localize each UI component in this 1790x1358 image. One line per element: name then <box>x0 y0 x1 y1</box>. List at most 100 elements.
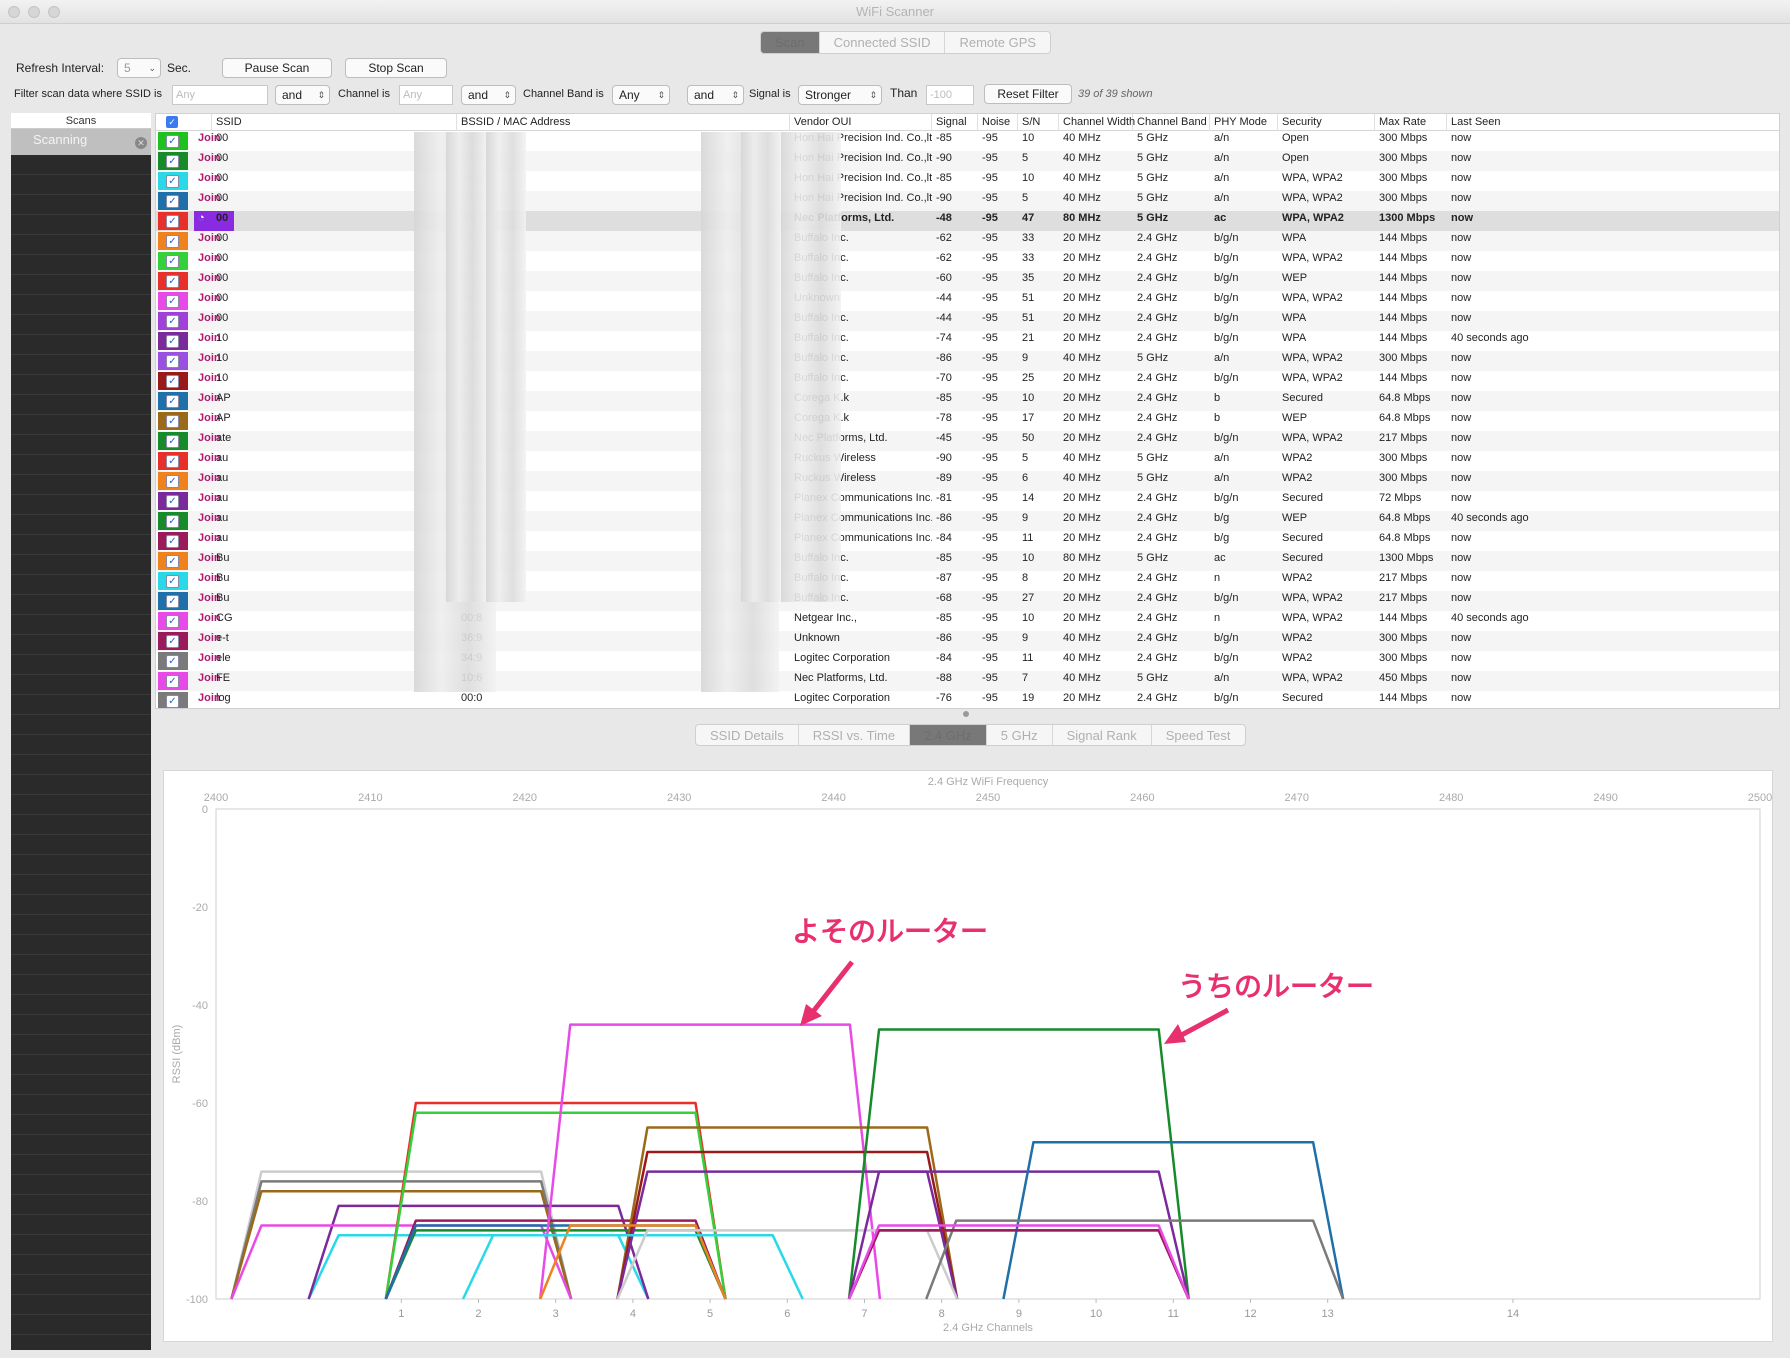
row-checkbox[interactable]: ✓ <box>166 155 179 168</box>
table-row[interactable]: ✓Join0084:4lHon Hai Precision Ind. Co.,l… <box>156 151 1779 171</box>
row-checkbox[interactable]: ✓ <box>166 395 179 408</box>
table-row[interactable]: ✓JoinauC4:1Ruckus Wireless-90-95540 MHz5… <box>156 451 1779 471</box>
table-row[interactable]: ✓JoinAP00:0Corega K.k-85-951020 MHz2.4 G… <box>156 391 1779 411</box>
cell-sn: 14 <box>1022 492 1035 504</box>
row-checkbox[interactable]: ✓ <box>166 575 179 588</box>
row-checkbox[interactable]: ✓ <box>166 275 179 288</box>
table-row[interactable]: ✓JoinAP00:0Corega K.k-78-951720 MHz2.4 G… <box>156 411 1779 431</box>
table-row[interactable]: ✓JoinCG00:8Netgear Inc.,-85-951020 MHz2.… <box>156 611 1779 631</box>
tab-rssi-vs-time[interactable]: RSSI vs. Time <box>799 725 911 745</box>
table-row[interactable]: ✓Join0000:2Buffalo Inc.-44-955120 MHz2.4… <box>156 311 1779 331</box>
than-input[interactable]: -100 <box>926 85 974 105</box>
channel-band-column-header[interactable]: Channel Band <box>1133 114 1210 131</box>
table-row[interactable]: ✓JoinauE0:9Planex Communications Inc.-81… <box>156 491 1779 511</box>
table-row[interactable]: ✓Join0000:2Buffalo Inc.-62-953320 MHz2.4… <box>156 231 1779 251</box>
row-checkbox[interactable]: ✓ <box>166 555 179 568</box>
table-row[interactable]: ✓Join1010:6Buffalo Inc.-74-952120 MHz2.4… <box>156 331 1779 351</box>
table-row[interactable]: ✓Join0084:4lHon Hai Precision Ind. Co.,l… <box>156 191 1779 211</box>
row-checkbox[interactable]: ✓ <box>166 415 179 428</box>
table-row[interactable]: ✓ Join log 00:0 Logitec Corporation -76 -95 19 2… <box>156 691 1779 708</box>
table-row[interactable]: ✓Join0000:2Buffalo Inc.-60-953520 MHz2.4… <box>156 271 1779 291</box>
table-row[interactable]: ✓JoinFE10:6Nec Platforms, Ltd.-88-95740 … <box>156 671 1779 691</box>
row-checkbox[interactable]: ✓ <box>166 635 179 648</box>
vendor-column-header[interactable]: Vendor OUI <box>790 114 932 131</box>
tab-scan[interactable]: Scan <box>761 32 820 53</box>
and-select-2[interactable]: and ⇕ <box>461 85 516 105</box>
row-checkbox[interactable]: ✓ <box>166 495 179 508</box>
table-row[interactable]: ✓JoinauC4:1Ruckus Wireless-89-95640 MHz5… <box>156 471 1779 491</box>
sidebar-item-scanning[interactable]: Scanning ✕ <box>11 129 151 155</box>
sn-column-header[interactable]: S/N <box>1018 114 1059 131</box>
row-checkbox[interactable]: ✓ <box>166 335 179 348</box>
phy-mode-column-header[interactable]: PHY Mode <box>1210 114 1278 131</box>
row-checkbox[interactable]: ✓ <box>166 315 179 328</box>
refresh-interval-select[interactable]: 5 ⌄ <box>117 58 161 78</box>
and-select-3[interactable]: and ⇕ <box>687 85 744 105</box>
split-view-handle[interactable] <box>963 711 969 717</box>
signal-curve-23 <box>847 1229 1190 1300</box>
table-row[interactable]: ✓Join1010:6Buffalo Inc.-70-952520 MHz2.4… <box>156 371 1779 391</box>
ssid-filter-input[interactable]: Any <box>172 85 268 105</box>
table-row[interactable]: ✓Joine-t36:9Unknown-86-95940 MHz2.4 GHzb… <box>156 631 1779 651</box>
table-row[interactable]: ✓Join0084:4lHon Hai Precision Ind. Co.,l… <box>156 171 1779 191</box>
select-all-checkbox[interactable]: ✓ <box>166 116 178 129</box>
last-seen-column-header[interactable]: Last Seen <box>1447 114 1779 131</box>
rssi-tick-label: -100 <box>186 1294 208 1306</box>
row-checkbox[interactable]: ✓ <box>166 615 179 628</box>
table-row[interactable]: ✓JoinBuDC:FBuffalo Inc.-68-952720 MHz2.4… <box>156 591 1779 611</box>
table-row[interactable]: ✓Joinau8C:4Planex Communications Inc.-84… <box>156 531 1779 551</box>
row-checkbox[interactable]: ✓ <box>166 195 179 208</box>
table-row[interactable]: ✓◔00A4:1Nec Platforms, Ltd.-48-954780 MH… <box>156 211 1779 231</box>
noise-column-header[interactable]: Noise <box>978 114 1018 131</box>
row-checkbox[interactable]: ✓ <box>166 235 179 248</box>
row-checkbox[interactable]: ✓ <box>166 295 179 308</box>
tab-connected-ssid[interactable]: Connected SSID <box>820 32 946 53</box>
row-checkbox[interactable]: ✓ <box>166 675 179 688</box>
security-column-header[interactable]: Security <box>1278 114 1375 131</box>
table-row[interactable]: ✓Join0000:2Buffalo Inc.-62-953320 MHz2.4… <box>156 251 1779 271</box>
tab-speed-test[interactable]: Speed Test <box>1152 725 1245 745</box>
row-checkbox[interactable]: ✓ <box>166 135 179 148</box>
channel-filter-input[interactable]: Any <box>399 85 453 105</box>
row-checkbox[interactable]: ✓ <box>166 375 179 388</box>
tab-2-4-ghz[interactable]: 2.4 GHz <box>910 725 987 745</box>
table-row[interactable]: ✓Joinau8C:4Planex Communications Inc.-86… <box>156 511 1779 531</box>
pause-scan-button[interactable]: Pause Scan <box>222 58 332 78</box>
reset-filter-button[interactable]: Reset Filter <box>984 84 1072 104</box>
table-row[interactable]: ✓Join1010:6Buffalo Inc.-86-95940 MHz5 GH… <box>156 351 1779 371</box>
row-checkbox[interactable]: ✓ <box>166 695 179 708</box>
stop-scan-button[interactable]: Stop Scan <box>345 58 447 78</box>
row-checkbox[interactable]: ✓ <box>166 535 179 548</box>
signal-select[interactable]: Stronger ⇕ <box>798 85 882 105</box>
tab-remote-gps[interactable]: Remote GPS <box>945 32 1050 53</box>
row-checkbox[interactable]: ✓ <box>166 435 179 448</box>
channel-band-select[interactable]: Any ⇕ <box>612 85 670 105</box>
row-checkbox[interactable]: ✓ <box>166 515 179 528</box>
select-all-column-header[interactable]: ✓ <box>156 114 212 131</box>
row-checkbox[interactable]: ✓ <box>166 455 179 468</box>
bssid-column-header[interactable]: BSSID / MAC Address <box>457 114 790 131</box>
close-icon[interactable]: ✕ <box>135 137 147 149</box>
max-rate-column-header[interactable]: Max Rate <box>1375 114 1447 131</box>
row-checkbox[interactable]: ✓ <box>166 255 179 268</box>
row-checkbox[interactable]: ✓ <box>166 175 179 188</box>
tab-ssid-details[interactable]: SSID Details <box>696 725 799 745</box>
row-checkbox[interactable]: ✓ <box>166 215 179 228</box>
channel-width-column-header[interactable]: Channel Width <box>1059 114 1135 131</box>
tab-signal-rank[interactable]: Signal Rank <box>1053 725 1152 745</box>
row-checkbox[interactable]: ✓ <box>166 355 179 368</box>
table-row[interactable]: ✓Join0084:4lHon Hai Precision Ind. Co.,l… <box>156 131 1779 151</box>
table-row[interactable]: ✓JoinateA4:1Nec Platforms, Ltd.-45-95502… <box>156 431 1779 451</box>
table-row[interactable]: ✓JoinBuDC:FBuffalo Inc.-85-951080 MHz5 G… <box>156 551 1779 571</box>
table-row[interactable]: ✓Join0006:2Unknown-44-955120 MHz2.4 GHzb… <box>156 291 1779 311</box>
cell-vendor: Logitec Corporation <box>794 652 891 664</box>
row-checkbox[interactable]: ✓ <box>166 655 179 668</box>
ssid-column-header[interactable]: SSID <box>212 114 457 131</box>
row-checkbox[interactable]: ✓ <box>166 475 179 488</box>
signal-column-header[interactable]: Signal <box>932 114 978 131</box>
tab-5-ghz[interactable]: 5 GHz <box>987 725 1053 745</box>
row-checkbox[interactable]: ✓ <box>166 595 179 608</box>
table-row[interactable]: ✓JoinBuDC:FBuffalo Inc.-87-95820 MHz2.4 … <box>156 571 1779 591</box>
and-select-1[interactable]: and ⇕ <box>275 85 330 105</box>
table-row[interactable]: ✓Joinele34:9Logitec Corporation-84-95114… <box>156 651 1779 671</box>
